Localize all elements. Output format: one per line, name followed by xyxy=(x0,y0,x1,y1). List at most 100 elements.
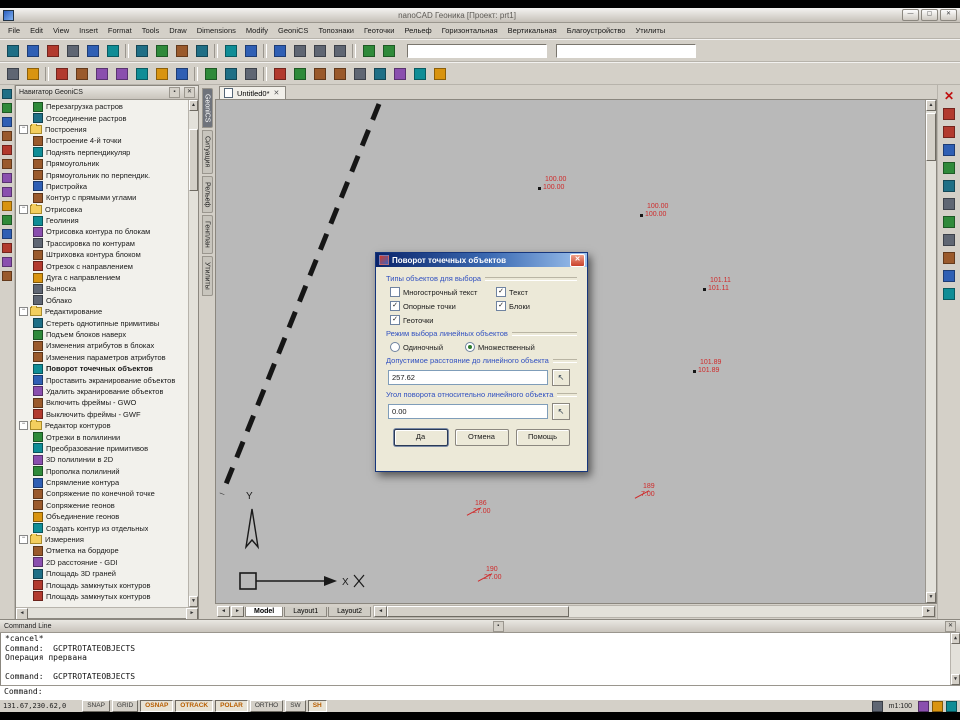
open-icon[interactable] xyxy=(23,41,42,60)
menu-item-12[interactable]: Рельеф xyxy=(399,24,436,37)
menu-item-6[interactable]: Draw xyxy=(164,24,192,37)
status-toggle-polar[interactable]: POLAR xyxy=(215,700,248,712)
workspace-tab-2[interactable]: Рельеф xyxy=(201,175,213,214)
tree-item-1[interactable]: Отсоединение растров xyxy=(16,112,198,124)
undo-icon[interactable] xyxy=(221,41,240,60)
tree-item-12[interactable]: Трассировка по контурам xyxy=(16,238,198,249)
tree-folder-9[interactable]: − Отрисовка xyxy=(16,203,198,215)
tree-folder-2[interactable]: − Построения xyxy=(16,123,198,135)
checkbox-3[interactable]: ✓ Блоки xyxy=(496,301,577,311)
zoom-extents-icon[interactable] xyxy=(941,196,957,211)
menu-item-16[interactable]: Утилиты xyxy=(630,24,670,37)
tree-item-19[interactable]: Стереть однотипные примитивы xyxy=(16,317,198,329)
pan-icon[interactable] xyxy=(1,116,13,128)
format-painter-icon[interactable] xyxy=(192,41,211,60)
workspace-tab-4[interactable]: Утилиты xyxy=(201,255,213,296)
workspace-tab-1[interactable]: Ситуация xyxy=(201,130,213,174)
save-icon[interactable] xyxy=(43,41,62,60)
tree-item-43[interactable]: Площадь замкнутых контуров xyxy=(16,591,198,602)
table-icon[interactable] xyxy=(241,64,260,83)
radio-1[interactable]: Множественный xyxy=(465,342,535,352)
tree-folder-28[interactable]: − Редактор контуров xyxy=(16,419,198,431)
scroll-thumb[interactable] xyxy=(387,606,570,617)
tree-item-29[interactable]: Отрезки в полилинии xyxy=(16,431,198,443)
checkbox-1[interactable]: ✓ Текст xyxy=(496,287,577,297)
tree-item-26[interactable]: Включить фреймы - GWO xyxy=(16,397,198,408)
zoom-icon[interactable] xyxy=(1,130,13,142)
angle-input[interactable]: 0.00 xyxy=(388,404,548,419)
offset-icon[interactable] xyxy=(350,64,369,83)
scroll-up-icon[interactable]: ▲ xyxy=(951,633,960,644)
zoom-in-icon[interactable] xyxy=(941,160,957,175)
pin-icon[interactable]: ▪ xyxy=(492,620,504,632)
polyline-icon[interactable] xyxy=(1,158,13,170)
tree-item-23[interactable]: Поворот точечных объектов xyxy=(16,363,198,374)
status-toggle-grid[interactable]: GRID xyxy=(111,700,139,712)
scroll-thumb[interactable] xyxy=(189,129,198,191)
tree-item-37[interactable]: Создать контур из отдельных xyxy=(16,522,198,534)
explode-icon[interactable] xyxy=(430,64,449,83)
tree-item-20[interactable]: Подъем блоков наверх xyxy=(16,329,198,340)
fullscreen-icon[interactable] xyxy=(932,700,943,712)
tree-item-17[interactable]: Облако xyxy=(16,295,198,306)
paste-icon[interactable] xyxy=(172,41,191,60)
tree-item-33[interactable]: Спрямление контура xyxy=(16,477,198,488)
ok-button[interactable]: Да xyxy=(393,429,448,446)
pin-icon[interactable]: ▪ xyxy=(169,87,180,98)
status-toggle-sw[interactable]: SW xyxy=(285,700,306,712)
zoom-realtime-icon[interactable] xyxy=(290,41,309,60)
menu-item-11[interactable]: Геоточки xyxy=(359,24,399,37)
text-icon[interactable] xyxy=(201,64,220,83)
zoom-window-icon[interactable] xyxy=(310,41,329,60)
expander-icon[interactable]: − xyxy=(19,124,28,134)
scroll-up-icon[interactable]: ▲ xyxy=(926,100,936,111)
close-icon[interactable]: ✕ xyxy=(570,253,585,267)
move-icon[interactable] xyxy=(290,64,309,83)
status-toggle-snap[interactable]: SNAP xyxy=(82,700,110,712)
layer-list-icon[interactable] xyxy=(3,64,22,83)
tree-item-4[interactable]: Поднять перпендикуляр xyxy=(16,147,198,158)
scroll-up-icon[interactable]: ▲ xyxy=(189,100,198,111)
menu-item-14[interactable]: Вертикальная xyxy=(503,24,562,37)
trim-icon[interactable] xyxy=(390,64,409,83)
tree-item-5[interactable]: Прямоугольник xyxy=(16,158,198,169)
menu-item-8[interactable]: Modify xyxy=(241,24,273,37)
arc-icon[interactable] xyxy=(112,64,131,83)
menu-item-9[interactable]: GeoniCS xyxy=(273,24,313,37)
select-set-icon[interactable] xyxy=(941,124,957,139)
select-icon[interactable] xyxy=(1,88,13,100)
workspace-tab-0[interactable]: GeoniCS xyxy=(201,88,213,129)
checkbox-0[interactable]: Многострочный текст xyxy=(390,287,496,297)
tree-item-31[interactable]: 3D полилинии в 2D xyxy=(16,454,198,465)
layout-tab-1[interactable]: Layout1 xyxy=(284,606,328,617)
tree-item-35[interactable]: Сопряжение геонов xyxy=(16,500,198,511)
toolbar-combo-2[interactable] xyxy=(556,43,696,58)
notifications-icon[interactable] xyxy=(871,700,883,712)
properties-icon[interactable] xyxy=(359,41,378,60)
menu-item-4[interactable]: Format xyxy=(103,24,137,37)
tree-item-41[interactable]: Площадь 3D граней xyxy=(16,568,198,579)
print-icon[interactable] xyxy=(63,41,82,60)
close-icon[interactable]: ✕ xyxy=(184,87,195,98)
erase-icon[interactable] xyxy=(270,64,289,83)
globe-icon[interactable] xyxy=(941,286,957,301)
command-prompt[interactable]: Command: xyxy=(0,685,960,700)
array-icon[interactable] xyxy=(370,64,389,83)
tree-item-0[interactable]: Перезагрузка растров xyxy=(16,101,198,112)
tree-scrollbar[interactable]: ▲ ▼ xyxy=(188,100,198,607)
tab-scroll-right-icon[interactable]: ► xyxy=(231,606,244,617)
rotate-icon[interactable] xyxy=(310,64,329,83)
tree-item-42[interactable]: Площадь замкнутых контуров xyxy=(16,579,198,591)
rect-icon[interactable] xyxy=(1,200,13,212)
redline-icon[interactable] xyxy=(941,106,957,121)
circle-icon[interactable] xyxy=(92,64,111,83)
dialog-titlebar[interactable]: Поворот точечных объектов ✕ xyxy=(376,253,587,267)
fillet-icon[interactable] xyxy=(410,64,429,83)
view-previous-icon[interactable] xyxy=(941,214,957,229)
shade-icon[interactable] xyxy=(941,250,957,265)
find-icon[interactable] xyxy=(103,41,122,60)
tree-item-21[interactable]: Изменения атрибутов в блоках xyxy=(16,340,198,351)
canvas-hscrollbar[interactable]: ◄ ► xyxy=(373,605,936,618)
pan-icon[interactable] xyxy=(941,142,957,157)
circle-icon[interactable] xyxy=(1,172,13,184)
